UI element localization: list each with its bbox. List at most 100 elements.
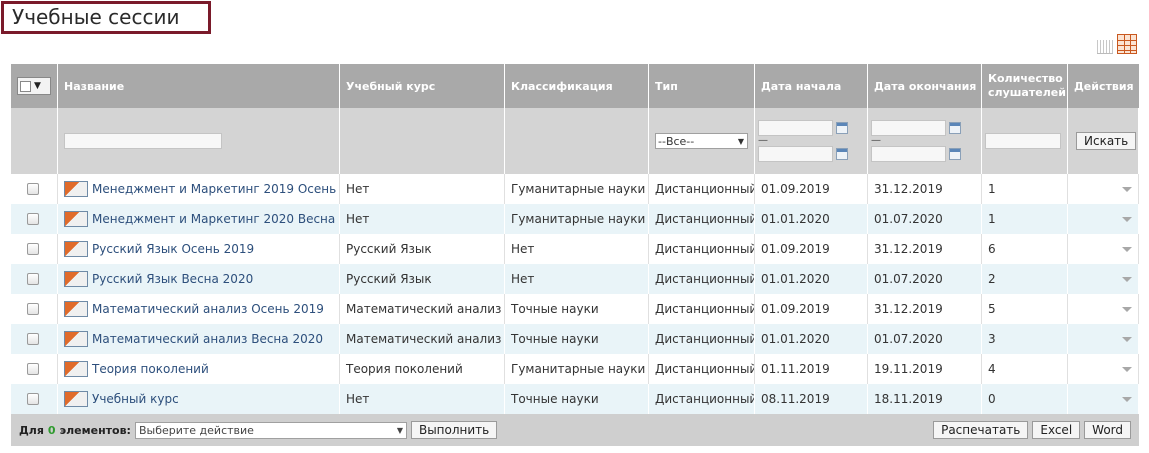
row-checkbox[interactable] <box>27 273 39 285</box>
bulk-action-select[interactable]: Выберите действие ▼ <box>134 421 407 439</box>
calendar-icon[interactable] <box>949 148 961 160</box>
column-header-start-date[interactable]: Дата начала <box>755 64 868 108</box>
row-classification: Гуманитарные науки <box>505 174 649 204</box>
execute-button[interactable]: Выполнить <box>410 421 498 439</box>
view-switcher <box>1097 34 1137 54</box>
row-actions-chevron-icon[interactable] <box>1122 276 1132 282</box>
row-select-cell <box>11 324 58 354</box>
table-row[interactable]: Русский Язык Осень 2019 Русский Язык Нет Ди… <box>11 234 1139 264</box>
row-actions-cell <box>1068 294 1139 324</box>
calendar-icon[interactable] <box>949 122 961 134</box>
filter-end-to-input[interactable] <box>871 146 946 162</box>
column-header-end-date[interactable]: Дата окончания <box>868 64 982 108</box>
row-checkbox[interactable] <box>27 333 39 345</box>
row-actions-chevron-icon[interactable] <box>1122 186 1132 192</box>
column-header-name[interactable]: Название <box>58 64 340 108</box>
filter-count-input[interactable] <box>985 133 1061 149</box>
row-end-date: 01.07.2020 <box>868 264 982 294</box>
table-row[interactable]: Русский Язык Весна 2020 Русский Язык Нет Ди… <box>11 264 1139 294</box>
row-name-cell: Теория поколений <box>58 354 340 384</box>
column-header-type[interactable]: Тип <box>649 64 755 108</box>
row-name-link[interactable]: Менеджмент и Маркетинг 2020 Весна <box>92 212 335 226</box>
table-row[interactable]: Менеджмент и Маркетинг 2019 Осень Нет Гума… <box>11 174 1139 204</box>
row-name-link[interactable]: Математический анализ Осень 2019 <box>92 302 324 316</box>
row-actions-chevron-icon[interactable] <box>1122 336 1132 342</box>
filter-name-input[interactable] <box>64 133 222 149</box>
column-header-course[interactable]: Учебный курс <box>340 64 505 108</box>
row-actions-chevron-icon[interactable] <box>1122 366 1132 372</box>
dropdown-arrow-icon: ▼ <box>34 81 41 91</box>
row-name-link[interactable]: Математический анализ Весна 2020 <box>92 332 323 346</box>
row-start-date: 01.01.2020 <box>755 324 868 354</box>
row-checkbox[interactable] <box>27 303 39 315</box>
date-range-separator: — <box>758 135 768 146</box>
grid-view-icon[interactable] <box>1117 34 1137 54</box>
row-name-link[interactable]: Русский Язык Осень 2019 <box>92 242 254 256</box>
table-footer: Для 0 элементов: Выберите действие ▼ Вып… <box>11 414 1139 446</box>
select-all-dropdown[interactable]: ▼ <box>17 77 51 95</box>
column-header-classification[interactable]: Классификация <box>505 64 649 108</box>
row-actions-cell <box>1068 204 1139 234</box>
print-button[interactable]: Распечатать <box>933 421 1029 439</box>
row-checkbox[interactable] <box>27 393 39 405</box>
row-select-cell <box>11 294 58 324</box>
row-course: Математический анализ <box>340 324 505 354</box>
filter-start-date-cell: — <box>755 108 868 174</box>
row-actions-chevron-icon[interactable] <box>1122 306 1132 312</box>
table-row[interactable]: Учебный курс Нет Точные науки Дистанционный… <box>11 384 1139 414</box>
filter-name-cell <box>58 108 340 174</box>
row-type: Дистанционный <box>649 204 755 234</box>
calendar-icon[interactable] <box>836 122 848 134</box>
bulk-elements-label: элементов: <box>59 423 131 437</box>
session-thumbnail-icon <box>64 241 88 257</box>
export-excel-button[interactable]: Excel <box>1032 421 1081 439</box>
filter-end-from-input[interactable] <box>871 120 946 136</box>
row-type: Дистанционный <box>649 174 755 204</box>
row-start-date: 01.09.2019 <box>755 294 868 324</box>
row-start-date: 08.11.2019 <box>755 384 868 414</box>
page-title: Учебные сессии <box>1 1 211 34</box>
row-name-link[interactable]: Менеджмент и Маркетинг 2019 Осень <box>92 182 336 196</box>
row-select-cell <box>11 174 58 204</box>
search-button[interactable]: Искать <box>1076 132 1137 150</box>
row-actions-chevron-icon[interactable] <box>1122 216 1132 222</box>
column-header-listener-count[interactable]: Количество слушателей <box>982 64 1068 108</box>
table-row[interactable]: Математический анализ Весна 2020 Математи… <box>11 324 1139 354</box>
row-checkbox[interactable] <box>27 363 39 375</box>
row-name-cell: Русский Язык Весна 2020 <box>58 264 340 294</box>
row-name-link[interactable]: Теория поколений <box>92 362 209 376</box>
table-row[interactable]: Математический анализ Осень 2019 Математи… <box>11 294 1139 324</box>
select-all-checkbox[interactable] <box>20 80 31 92</box>
table-row[interactable]: Менеджмент и Маркетинг 2020 Весна Нет Гума… <box>11 204 1139 234</box>
row-listener-count: 1 <box>982 204 1068 234</box>
row-course: Русский Язык <box>340 264 505 294</box>
session-thumbnail-icon <box>64 211 88 227</box>
row-select-cell <box>11 354 58 384</box>
row-course: Нет <box>340 174 505 204</box>
row-actions-cell <box>1068 324 1139 354</box>
row-actions-chevron-icon[interactable] <box>1122 396 1132 402</box>
row-type: Дистанционный <box>649 354 755 384</box>
filter-start-from-input[interactable] <box>758 120 833 136</box>
export-word-button[interactable]: Word <box>1084 421 1131 439</box>
row-end-date: 31.12.2019 <box>868 174 982 204</box>
selected-count: 0 <box>47 423 56 437</box>
row-name-link[interactable]: Русский Язык Весна 2020 <box>92 272 253 286</box>
table-row[interactable]: Теория поколений Теория поколений Гуманита… <box>11 354 1139 384</box>
row-actions-chevron-icon[interactable] <box>1122 246 1132 252</box>
row-name-link[interactable]: Учебный курс <box>92 392 179 406</box>
row-name-cell: Русский Язык Осень 2019 <box>58 234 340 264</box>
row-select-cell <box>11 384 58 414</box>
list-view-icon[interactable] <box>1097 40 1113 54</box>
row-start-date: 01.11.2019 <box>755 354 868 384</box>
filter-start-to-input[interactable] <box>758 146 833 162</box>
row-end-date: 18.11.2019 <box>868 384 982 414</box>
filter-type-select[interactable]: --Все-- ▼ <box>655 133 748 149</box>
row-checkbox[interactable] <box>27 183 39 195</box>
calendar-icon[interactable] <box>836 148 848 160</box>
row-classification: Точные науки <box>505 324 649 354</box>
row-checkbox[interactable] <box>27 213 39 225</box>
filter-type-cell: --Все-- ▼ <box>649 108 755 174</box>
row-end-date: 01.07.2020 <box>868 204 982 234</box>
row-checkbox[interactable] <box>27 243 39 255</box>
